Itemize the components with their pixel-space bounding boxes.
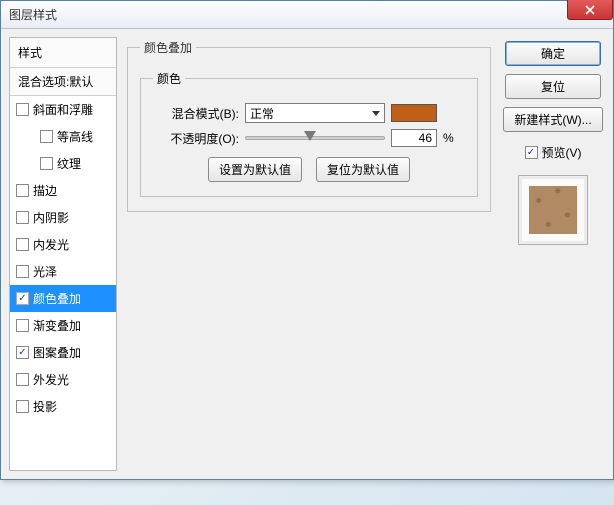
sidebar-blend-options[interactable]: 混合选项:默认 [10, 68, 116, 96]
close-button[interactable] [567, 0, 613, 20]
group-title: 颜色叠加 [140, 39, 196, 56]
style-item-4[interactable]: 内阴影 [10, 204, 116, 231]
style-item-2[interactable]: 纹理 [10, 150, 116, 177]
style-checkbox[interactable] [40, 130, 53, 143]
style-item-label: 光泽 [33, 263, 57, 280]
dialog-content: 样式 混合选项:默认 斜面和浮雕等高线纹理描边内阴影内发光光泽 ✓ 颜色叠加渐变叠加… [1, 29, 613, 479]
inner-title: 颜色 [153, 70, 185, 87]
layer-style-dialog: 图层样式 样式 混合选项:默认 斜面和浮雕等高线纹理描边内阴影内发光光泽 ✓ 颜色叠… [0, 0, 614, 480]
opacity-row: 不透明度(O): 46 % [153, 129, 465, 147]
blend-mode-select[interactable]: 正常 [245, 103, 385, 123]
dialog-title: 图层样式 [9, 6, 57, 23]
style-item-label: 等高线 [57, 128, 93, 145]
slider-thumb-icon[interactable] [304, 131, 316, 141]
right-column: 确定 复位 新建样式(W)... ✓ 预览(V) [501, 37, 605, 471]
chevron-down-icon [372, 111, 380, 116]
opacity-slider[interactable] [245, 136, 385, 140]
style-item-10[interactable]: 外发光 [10, 366, 116, 393]
sidebar-header[interactable]: 样式 [10, 38, 116, 68]
blend-mode-label: 混合模式(B): [153, 105, 239, 122]
style-item-7[interactable]: ✓ 颜色叠加 [10, 285, 116, 312]
style-checkbox[interactable] [16, 211, 29, 224]
reset-default-button[interactable]: 复位为默认值 [316, 157, 410, 182]
style-checkbox[interactable] [16, 373, 29, 386]
main-panel: 颜色叠加 颜色 混合模式(B): 正常 不透明度(O): [117, 37, 501, 471]
style-item-label: 内发光 [33, 236, 69, 253]
style-item-6[interactable]: 光泽 [10, 258, 116, 285]
new-style-button[interactable]: 新建样式(W)... [503, 107, 602, 132]
opacity-label: 不透明度(O): [153, 130, 239, 147]
close-icon [585, 5, 595, 15]
style-checkbox[interactable] [16, 400, 29, 413]
color-swatch[interactable] [391, 104, 437, 122]
blend-mode-row: 混合模式(B): 正常 [153, 103, 465, 123]
style-item-1[interactable]: 等高线 [10, 123, 116, 150]
preview-texture [529, 186, 577, 234]
style-item-5[interactable]: 内发光 [10, 231, 116, 258]
color-overlay-group: 颜色叠加 颜色 混合模式(B): 正常 不透明度(O): [127, 39, 491, 212]
opacity-input[interactable]: 46 [391, 129, 437, 147]
titlebar[interactable]: 图层样式 [1, 1, 613, 29]
style-item-label: 描边 [33, 182, 57, 199]
preview-label: 预览(V) [542, 144, 582, 161]
cancel-button[interactable]: 复位 [505, 74, 601, 99]
style-checkbox[interactable] [16, 238, 29, 251]
opacity-suffix: % [443, 131, 454, 145]
style-item-label: 投影 [33, 398, 57, 415]
style-item-label: 渐变叠加 [33, 317, 81, 334]
default-buttons-row: 设置为默认值 复位为默认值 [153, 157, 465, 182]
style-item-8[interactable]: 渐变叠加 [10, 312, 116, 339]
blend-mode-value: 正常 [250, 105, 274, 122]
style-checkbox[interactable]: ✓ [16, 292, 29, 305]
style-checkbox[interactable] [16, 103, 29, 116]
style-item-3[interactable]: 描边 [10, 177, 116, 204]
style-item-label: 斜面和浮雕 [33, 101, 93, 118]
style-item-label: 纹理 [57, 155, 81, 172]
style-item-label: 内阴影 [33, 209, 69, 226]
style-checkbox[interactable] [16, 319, 29, 332]
style-item-11[interactable]: 投影 [10, 393, 116, 420]
style-item-label: 颜色叠加 [33, 290, 81, 307]
preview-checkbox-row[interactable]: ✓ 预览(V) [525, 144, 582, 161]
style-checkbox[interactable] [16, 184, 29, 197]
style-item-0[interactable]: 斜面和浮雕 [10, 96, 116, 123]
style-item-label: 外发光 [33, 371, 69, 388]
ok-button[interactable]: 确定 [505, 41, 601, 66]
preview-checkbox[interactable]: ✓ [525, 146, 538, 159]
style-list: 斜面和浮雕等高线纹理描边内阴影内发光光泽 ✓ 颜色叠加渐变叠加 ✓ 图案叠加外发光投影 [10, 96, 116, 470]
styles-sidebar: 样式 混合选项:默认 斜面和浮雕等高线纹理描边内阴影内发光光泽 ✓ 颜色叠加渐变叠加… [9, 37, 117, 471]
make-default-button[interactable]: 设置为默认值 [208, 157, 302, 182]
preview-box [518, 175, 588, 245]
style-item-label: 图案叠加 [33, 344, 81, 361]
style-checkbox[interactable] [16, 265, 29, 278]
style-checkbox[interactable]: ✓ [16, 346, 29, 359]
style-checkbox[interactable] [40, 157, 53, 170]
color-group: 颜色 混合模式(B): 正常 不透明度(O): [140, 70, 478, 197]
style-item-9[interactable]: ✓ 图案叠加 [10, 339, 116, 366]
